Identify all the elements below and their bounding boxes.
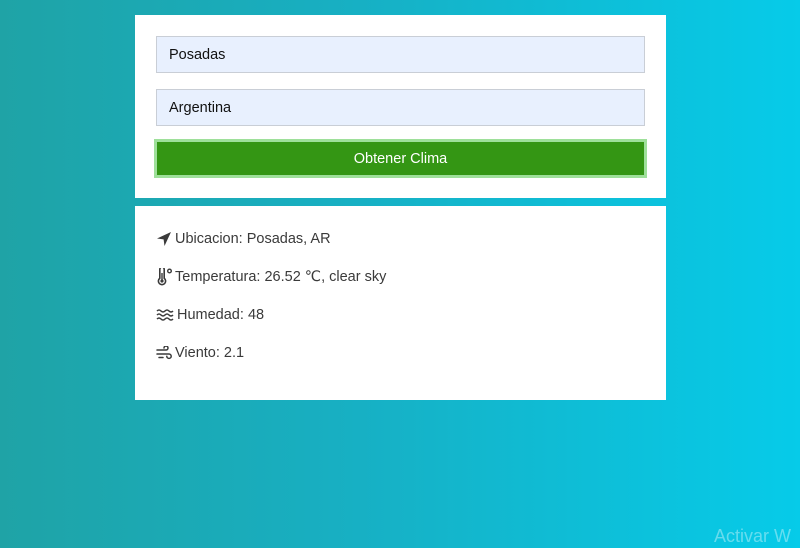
city-input[interactable] — [156, 36, 645, 73]
location-row: Ubicacion: Posadas, AR — [155, 229, 331, 249]
humidity-label: Humedad: — [177, 307, 244, 323]
temperature-value: 26.52 ℃, clear sky — [264, 269, 387, 285]
weather-search-form: Obtener Clima — [135, 15, 666, 198]
humidity-value: 48 — [247, 307, 265, 323]
wind-value: 2.1 — [223, 345, 245, 361]
country-input[interactable] — [156, 89, 645, 126]
weather-results-card: Ubicacion: Posadas, AR Temperatura: 26.5… — [135, 206, 666, 400]
wind-icon — [155, 344, 173, 362]
temperature-row: Temperatura: 26.52 ℃, clear sky — [155, 267, 386, 287]
location-arrow-icon — [155, 230, 173, 248]
humidity-row: Humedad: 48 — [155, 305, 264, 325]
get-weather-button[interactable]: Obtener Clima — [154, 139, 647, 178]
location-label: Ubicacion: — [175, 231, 243, 247]
wind-label: Viento: — [175, 345, 220, 361]
location-value: Posadas, AR — [246, 231, 331, 247]
wind-row: Viento: 2.1 — [155, 343, 244, 363]
temperature-label: Temperatura: — [175, 269, 261, 285]
thermometer-icon — [155, 268, 173, 286]
activation-watermark: Activar W — [714, 526, 792, 546]
water-waves-icon — [155, 306, 175, 324]
